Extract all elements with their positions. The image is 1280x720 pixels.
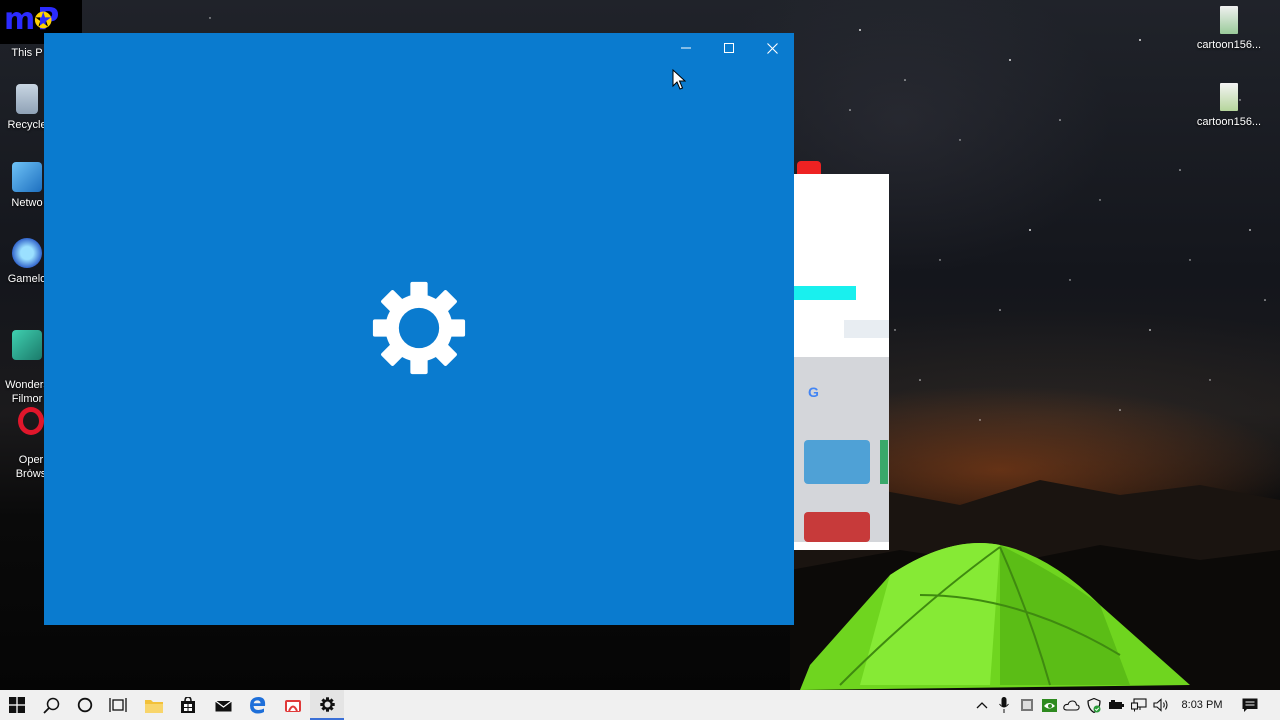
store-button[interactable] bbox=[171, 690, 205, 720]
onedrive-tray-button[interactable] bbox=[1060, 690, 1082, 720]
task-view-icon bbox=[109, 698, 127, 712]
close-button[interactable] bbox=[750, 33, 794, 63]
opera-tab-icon bbox=[797, 161, 821, 175]
image-file-icon bbox=[1220, 6, 1238, 34]
opera-icon bbox=[285, 700, 301, 712]
minimize-icon bbox=[681, 47, 691, 49]
green-tent bbox=[800, 543, 1190, 690]
minimize-button[interactable] bbox=[664, 33, 708, 63]
google-icon: G bbox=[808, 384, 819, 400]
window-app-icon bbox=[1021, 699, 1033, 711]
nvidia-tray-button[interactable] bbox=[1038, 690, 1060, 720]
address-rail bbox=[844, 320, 889, 338]
gear-icon bbox=[372, 281, 466, 375]
volume-tray-button[interactable] bbox=[1150, 690, 1172, 720]
cortana-button[interactable] bbox=[68, 690, 102, 720]
chevron-up-icon bbox=[976, 702, 988, 709]
file-explorer-button[interactable] bbox=[137, 690, 171, 720]
background-browser-window[interactable]: G bbox=[794, 174, 889, 550]
start-button[interactable] bbox=[0, 690, 34, 720]
opera-taskbar-button[interactable] bbox=[276, 690, 310, 720]
network-icon bbox=[12, 162, 42, 192]
gameloop-icon bbox=[12, 238, 42, 268]
edge-button[interactable] bbox=[241, 690, 275, 720]
desktop-icon-label: cartoon156... bbox=[1196, 116, 1262, 128]
tile-edge bbox=[880, 440, 888, 484]
settings-gear-icon bbox=[319, 696, 335, 712]
image-file-icon bbox=[1220, 83, 1238, 111]
logo-text: mP bbox=[4, 2, 62, 37]
mail-icon bbox=[214, 700, 232, 711]
microphone-icon bbox=[999, 697, 1009, 713]
microphone-tray-button[interactable] bbox=[993, 690, 1015, 720]
edge-icon bbox=[250, 697, 266, 714]
mail-button[interactable] bbox=[206, 690, 240, 720]
cloud-icon bbox=[1062, 699, 1080, 711]
settings-taskbar-button[interactable] bbox=[310, 690, 344, 720]
star-icon: ✪ bbox=[34, 8, 53, 33]
usb-tray-button[interactable] bbox=[1105, 690, 1127, 720]
close-icon bbox=[766, 42, 778, 54]
usb-device-icon bbox=[1109, 700, 1124, 709]
opera-icon bbox=[18, 407, 44, 435]
clock[interactable]: 8:03 PM bbox=[1176, 690, 1228, 720]
nvidia-icon bbox=[1041, 698, 1057, 712]
network-ethernet-icon bbox=[1130, 698, 1147, 712]
security-tray-button[interactable] bbox=[1083, 690, 1105, 720]
task-view-button[interactable] bbox=[101, 690, 135, 720]
speaker-icon bbox=[1153, 698, 1168, 712]
taskbar: 8:03 PM bbox=[0, 690, 1280, 720]
maximize-icon bbox=[724, 43, 734, 53]
action-center-button[interactable] bbox=[1238, 690, 1262, 720]
youtube-tile bbox=[804, 512, 870, 542]
folder-icon bbox=[145, 699, 163, 713]
search-icon bbox=[42, 697, 59, 714]
notification-icon bbox=[1242, 698, 1258, 712]
cortana-icon bbox=[77, 697, 93, 713]
desktop-icon-label: cartoon156... bbox=[1196, 39, 1262, 51]
desktop-icon-cartoon-1[interactable]: cartoon156... bbox=[1194, 6, 1264, 52]
desktop-icon-cartoon-2[interactable]: cartoon156... bbox=[1194, 83, 1264, 129]
store-icon bbox=[181, 697, 195, 713]
search-button[interactable] bbox=[34, 690, 68, 720]
settings-window[interactable] bbox=[44, 33, 794, 625]
network-tray-button[interactable] bbox=[1128, 690, 1150, 720]
app-tray-button[interactable] bbox=[1016, 690, 1038, 720]
maximize-button[interactable] bbox=[707, 33, 751, 63]
show-hidden-icons-button[interactable] bbox=[971, 690, 993, 720]
progress-bar bbox=[794, 286, 856, 300]
twitter-tile bbox=[804, 440, 870, 484]
shield-icon bbox=[1087, 697, 1101, 713]
recycle-bin-icon bbox=[16, 84, 38, 114]
windows-logo-icon bbox=[9, 697, 25, 713]
mouse-cursor bbox=[672, 69, 686, 90]
filmora-icon bbox=[12, 330, 42, 360]
